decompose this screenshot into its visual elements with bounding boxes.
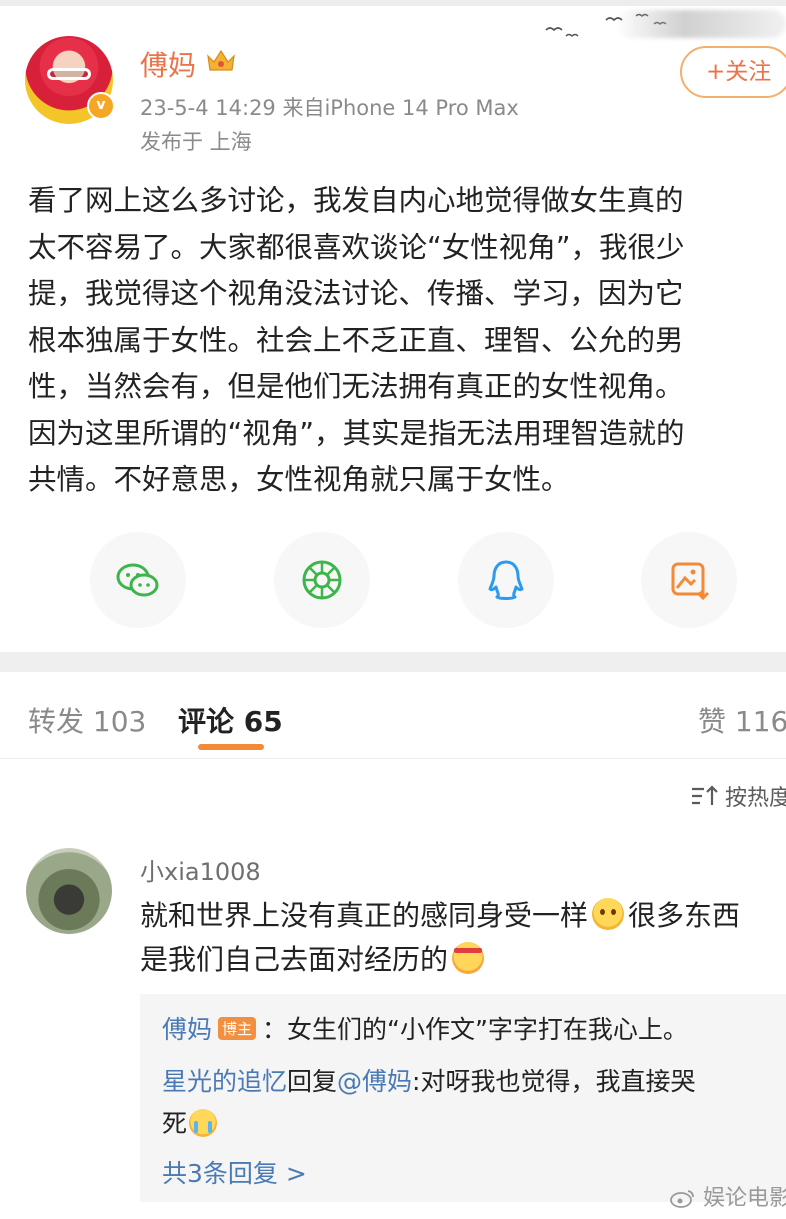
crown-icon xyxy=(207,49,235,71)
tabs-divider xyxy=(0,758,786,759)
crying-emoji-icon xyxy=(189,1109,218,1137)
reply-text: ：女生们的“小作文”字字打在我心上。 xyxy=(262,1015,688,1044)
sad-face-emoji-icon xyxy=(592,898,625,930)
decorative-birds xyxy=(486,6,786,46)
reply-item[interactable]: 傅妈 博主 ：女生们的“小作文”字字打在我心上。 xyxy=(162,1010,688,1046)
reply-mention[interactable]: @傅妈 xyxy=(337,1067,412,1096)
reply-item-continued: 死 xyxy=(162,1104,218,1140)
author-avatar[interactable]: v xyxy=(25,36,115,124)
follow-button[interactable]: +关注 xyxy=(680,46,786,98)
comment-text: 就和世界上没有真正的感同身受一样 很多东西 是我们自己去面对经历的 xyxy=(140,894,786,982)
comment-text-part: 是我们自己去面对经历的 xyxy=(140,943,449,976)
reply-item[interactable]: 星光的追忆回复@傅妈:对呀我也觉得，我直接哭 xyxy=(162,1062,695,1098)
view-more-replies-link[interactable]: 共3条回复 > xyxy=(162,1154,307,1190)
watermark: 娱论电影 xyxy=(670,1180,786,1212)
tab-repost[interactable]: 转发 103 xyxy=(28,700,146,740)
post-location: 发布于 上海 xyxy=(140,130,252,154)
save-image-icon xyxy=(671,562,710,601)
active-tab-indicator xyxy=(198,744,264,750)
reply-author[interactable]: 星光的追忆 xyxy=(162,1067,287,1096)
section-divider xyxy=(0,652,786,672)
watermark-text: 娱论电影 xyxy=(703,1186,786,1211)
share-wechat-button[interactable] xyxy=(90,532,186,628)
save-image-button[interactable] xyxy=(641,532,737,628)
author-name[interactable]: 傅妈 xyxy=(140,44,196,84)
reply-text: :对呀我也觉得，我直接哭 xyxy=(412,1067,696,1096)
avatar-glasses xyxy=(47,68,91,80)
post-body-line: 共情。不好意思，女性视角就只属于女性。 xyxy=(28,463,570,496)
comment-text-part: 就和世界上没有真正的感同身受一样 xyxy=(140,899,589,932)
comment-text-part: 很多东西 xyxy=(628,899,741,932)
post-meta: 23-5-4 14:29 来自iPhone 14 Pro Max xyxy=(140,96,519,120)
sort-by-hot[interactable]: 按热度 xyxy=(725,780,786,812)
wechat-icon xyxy=(116,563,159,597)
moments-icon xyxy=(302,560,342,600)
reply-text: 死 xyxy=(162,1109,188,1138)
owner-badge: 博主 xyxy=(218,1017,257,1040)
post-body-line: 根本独属于女性。社会上不乏正直、理智、公允的男 xyxy=(28,323,684,357)
post-body-line: 性，当然会有，但是他们无法拥有真正的女性视角。 xyxy=(28,370,684,403)
tab-like[interactable]: 赞 1168 xyxy=(698,700,786,740)
qq-icon xyxy=(488,560,524,600)
post-body-line: 看了网上这么多讨论，我发自内心地觉得做女生真的 xyxy=(28,184,684,217)
post-body-line: 提，我觉得这个视角没法讨论、传播、学习，因为它 xyxy=(28,277,684,310)
tab-comment[interactable]: 评论 65 xyxy=(178,700,283,740)
reply-author[interactable]: 傅妈 xyxy=(162,1015,212,1044)
share-qq-button[interactable] xyxy=(458,532,554,628)
laugh-emoji-icon xyxy=(452,942,485,974)
post-body: 看了网上这么多讨论，我发自内心地觉得做女生真的 太不容易了。大家都很喜欢谈论“女… xyxy=(28,178,784,504)
commenter-name[interactable]: 小xia1008 xyxy=(140,852,261,887)
verified-badge-icon: v xyxy=(87,92,115,120)
post-body-line: 太不容易了。大家都很喜欢谈论“女性视角”，我很少 xyxy=(28,230,685,264)
reply-verb: 回复 xyxy=(287,1067,338,1096)
post-body-line: 因为这里所谓的“视角”，其实是指无法用理智造就的 xyxy=(28,416,685,450)
sort-icon[interactable] xyxy=(690,783,720,809)
weibo-logo-icon xyxy=(670,1190,694,1208)
decorative-cloud xyxy=(616,10,786,38)
share-moments-button[interactable] xyxy=(274,532,370,628)
commenter-avatar[interactable] xyxy=(26,848,112,934)
